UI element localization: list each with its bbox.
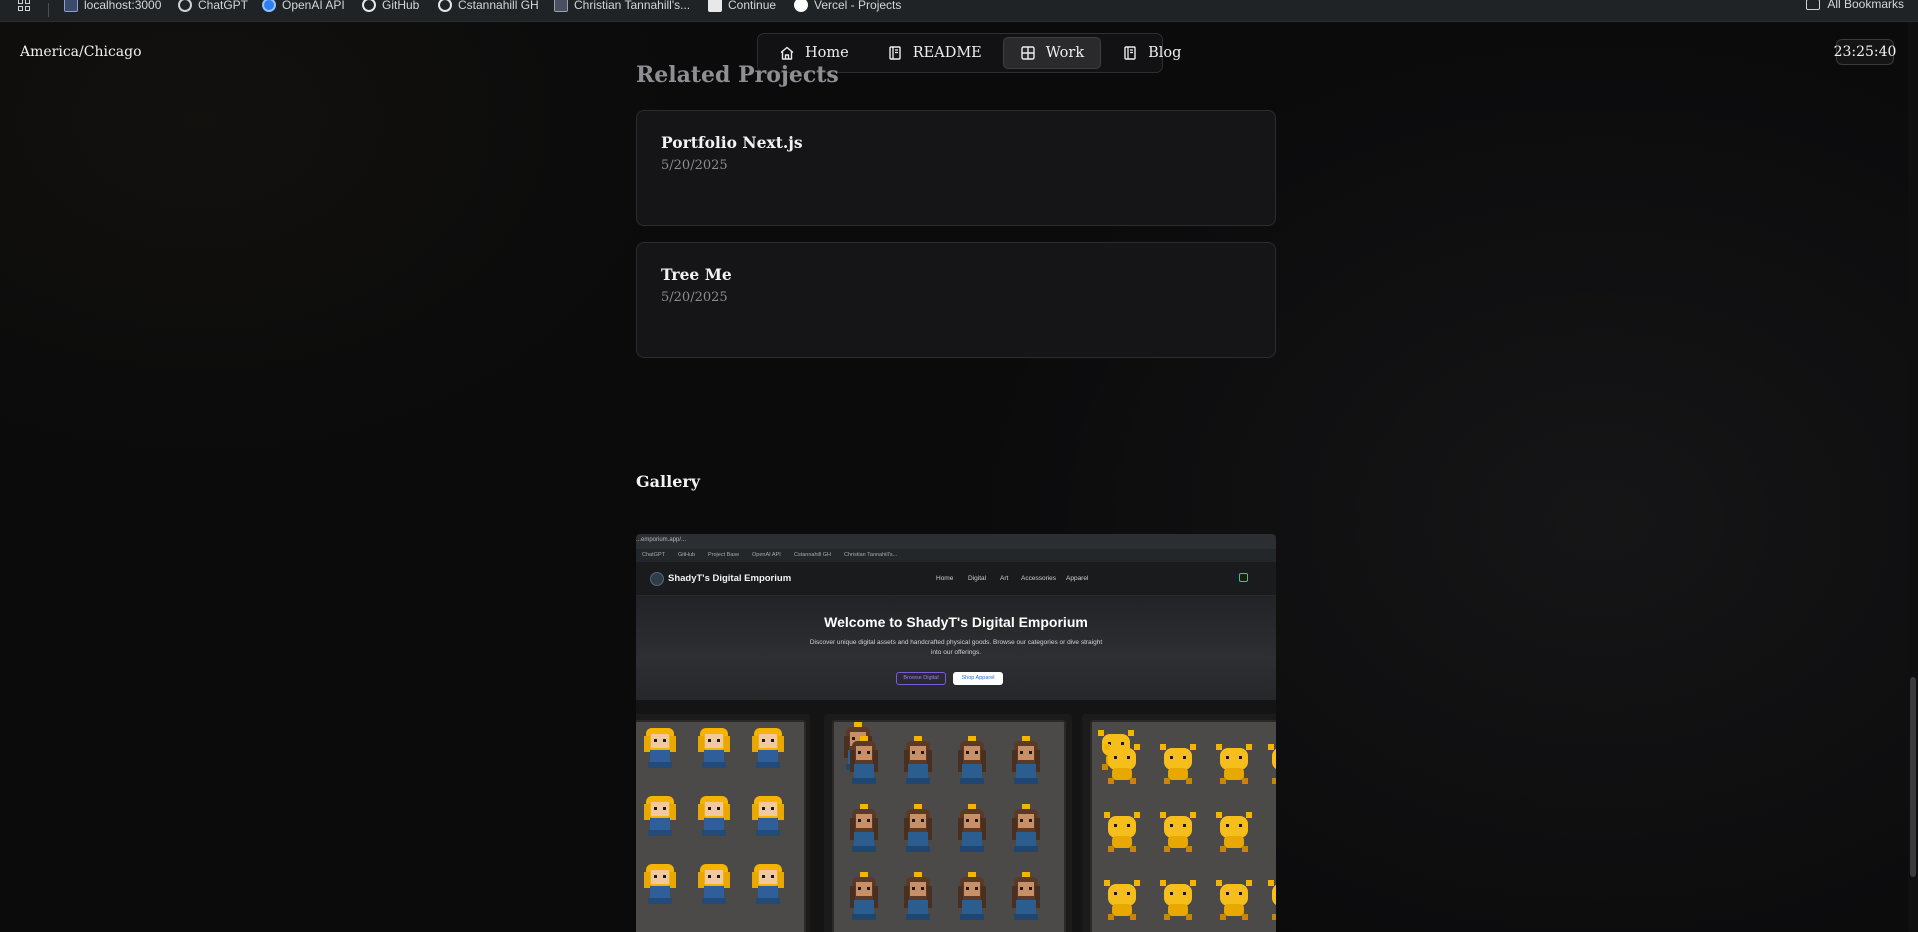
project-title: Tree Me: [661, 265, 732, 284]
blonde-girl-sprites: [644, 728, 784, 904]
bookmark-christian-tannahill[interactable]: Christian Tannahill's...: [554, 0, 690, 13]
screenshot-url: ...emporium.app/...: [636, 537, 687, 543]
page-icon: [708, 0, 722, 12]
axolotl-sprites: [1098, 730, 1276, 920]
project-date: 5/20/2025: [661, 158, 728, 173]
gallery-screenshot[interactable]: ...emporium.app/... ChatGPT GitHub Proje…: [636, 534, 1276, 932]
sprite-sheet-axolotl: [1090, 720, 1276, 932]
home-icon: [780, 46, 794, 60]
bookmark-chatgpt[interactable]: ChatGPT: [178, 0, 248, 13]
page-icon: [64, 0, 78, 12]
all-bookmarks[interactable]: All Bookmarks: [1806, 0, 1904, 11]
project-title: Portfolio Next.js: [661, 133, 803, 152]
screenshot-bookmarks: ChatGPT GitHub Project Base OpenAI API C…: [636, 549, 1276, 562]
bookmark-continue[interactable]: Continue: [708, 0, 776, 13]
project-date: 5/20/2025: [661, 290, 728, 305]
nav-work[interactable]: Work: [1002, 37, 1102, 69]
bookmark-vercel[interactable]: Vercel - Projects: [794, 0, 901, 13]
page-icon: [554, 0, 568, 12]
folder-icon: [1806, 0, 1821, 10]
project-card-portfolio-nextjs[interactable]: Portfolio Next.js 5/20/2025: [636, 110, 1276, 226]
nav-blog[interactable]: Blog: [1105, 37, 1198, 69]
openai-icon: [262, 0, 276, 12]
sprite-sheet-princess: [832, 720, 1066, 932]
github-icon: [438, 0, 452, 12]
page-scrollbar[interactable]: [1908, 22, 1918, 932]
gallery-heading: Gallery: [636, 472, 701, 491]
sprite-sheet-blonde-girl: [636, 720, 806, 932]
github-icon: [362, 0, 376, 12]
screenshot-site-nav: ShadyT's Digital Emporium Home Digital A…: [636, 562, 1276, 596]
related-projects-heading: Related Projects: [636, 62, 839, 88]
cart-icon: [1239, 573, 1248, 582]
screenshot-hero: Welcome to ShadyT's Digital Emporium Dis…: [636, 596, 1276, 700]
bookmark-cstannahill-gh[interactable]: Cstannahill GH: [438, 0, 539, 13]
screenshot-brand: ShadyT's Digital Emporium: [668, 573, 792, 584]
bookmark-localhost[interactable]: localhost:3000: [64, 0, 161, 13]
openai-icon: [178, 0, 192, 12]
project-card-tree-me[interactable]: Tree Me 5/20/2025: [636, 242, 1276, 358]
nav-readme[interactable]: README: [870, 37, 999, 69]
grid-icon: [1021, 46, 1035, 60]
bookmarks-separator: [48, 3, 49, 17]
apps-grid-icon[interactable]: [18, 0, 32, 16]
clock: 23:25:40: [1834, 39, 1896, 65]
bookmark-github[interactable]: GitHub: [362, 0, 419, 13]
book-icon: [889, 46, 901, 60]
book-icon: [1124, 46, 1136, 60]
bookmarks-bar: localhost:3000 ChatGPT OpenAI API GitHub…: [0, 0, 1918, 22]
timezone-label: America/Chicago: [20, 44, 142, 60]
bookmark-openai-api[interactable]: OpenAI API: [262, 0, 345, 13]
screenshot-browser-bar: ...emporium.app/...: [636, 534, 1276, 549]
screenshot-logo: [650, 572, 664, 586]
vercel-icon: [794, 0, 808, 12]
scrollbar-thumb[interactable]: [1910, 677, 1916, 877]
princess-sprites: [844, 722, 1040, 920]
